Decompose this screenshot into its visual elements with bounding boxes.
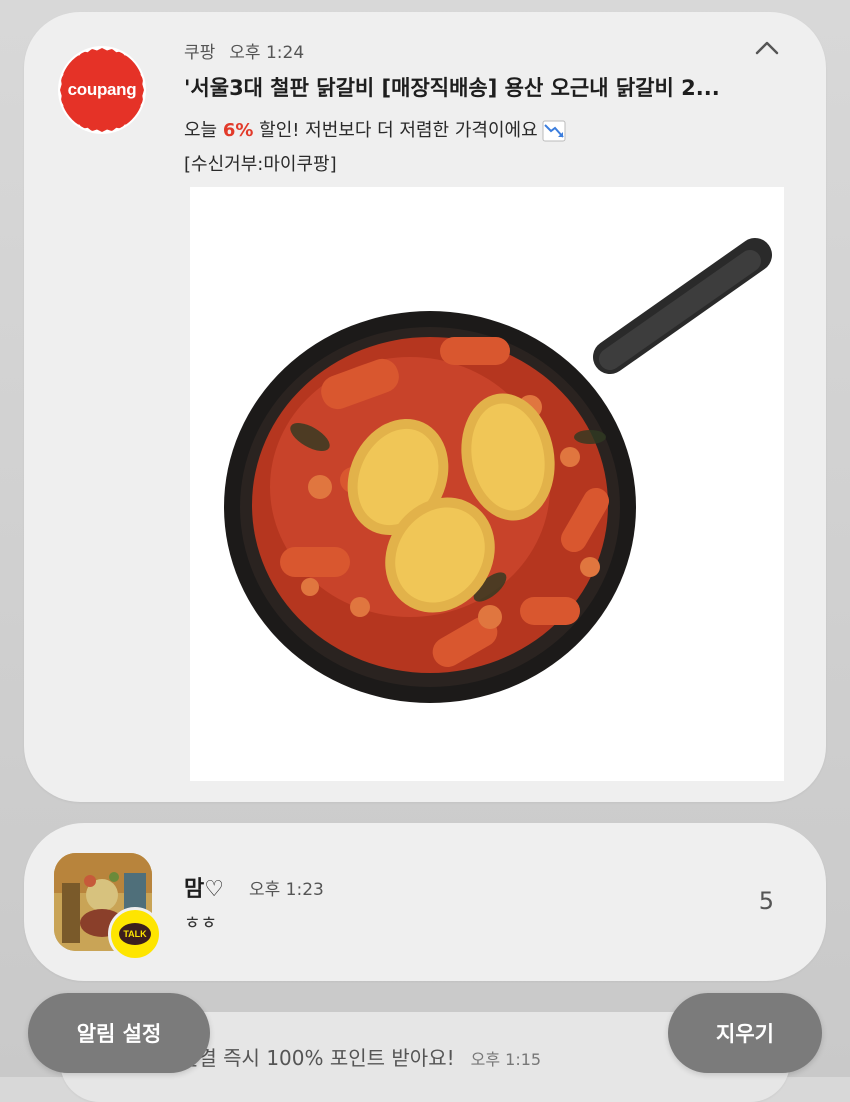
unread-count: 5 bbox=[758, 887, 774, 915]
kakaotalk-notification-card[interactable]: TALK 맘♡ 오후 1:23 ㅎㅎ 5 bbox=[24, 823, 826, 981]
body-suffix: 할인! 저번보다 더 저렴한 가격이에요 bbox=[253, 120, 538, 141]
coupang-logo-badge: coupang bbox=[60, 48, 144, 132]
coupang-notification-card[interactable]: coupang 쿠팡 오후 1:24 '서울3대 철판 닭갈비 [매장직배송] 용… bbox=[24, 12, 826, 802]
dakgalbi-illustration bbox=[224, 238, 772, 703]
chevron-up-icon[interactable] bbox=[754, 38, 780, 56]
chart-decreasing-icon bbox=[542, 120, 566, 142]
notification-body-line: 오늘 6% 할인! 저번보다 더 저렴한 가격이에요 bbox=[184, 116, 566, 142]
sender-name: 맘♡ bbox=[184, 877, 224, 902]
notification-time: 오후 1:24 bbox=[229, 43, 305, 63]
notification-settings-button[interactable]: 알림 설정 bbox=[28, 993, 210, 1073]
unsubscribe-note: [수신거부:마이쿠팡] bbox=[184, 154, 337, 175]
notification-time: 오후 1:15 bbox=[470, 1050, 542, 1069]
app-name: 쿠팡 bbox=[184, 43, 216, 63]
notification-preview: 연결 즉시 100% 포인트 받아요! 오후 1:15 bbox=[180, 1042, 541, 1071]
kakaotalk-badge-icon: TALK bbox=[108, 907, 162, 961]
dakgalbi-pan-image bbox=[190, 187, 784, 781]
notification-title: '서울3대 철판 닭갈비 [매장직배송] 용산 오근내 닭갈비 2... bbox=[184, 76, 720, 100]
notification-time: 오후 1:23 bbox=[249, 880, 324, 900]
discount-percent: 6% bbox=[222, 120, 254, 141]
message-preview: ㅎㅎ bbox=[184, 913, 218, 934]
coupang-app-icon: coupang bbox=[58, 46, 146, 134]
talk-bubble-icon: TALK bbox=[119, 923, 151, 945]
coupang-logo-text: coupang bbox=[67, 80, 137, 99]
notification-meta: 쿠팡 오후 1:24 bbox=[184, 38, 304, 63]
clear-button[interactable]: 지우기 bbox=[668, 993, 822, 1073]
preview-text: 연결 즉시 100% 포인트 받아요! bbox=[180, 1046, 455, 1070]
body-prefix: 오늘 bbox=[184, 120, 223, 141]
